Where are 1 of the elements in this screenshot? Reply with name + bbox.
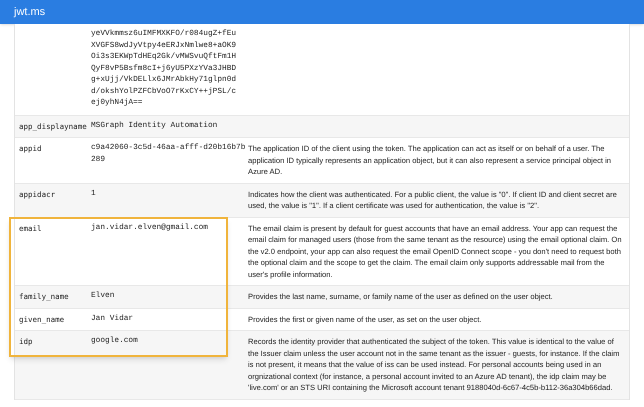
site-title: jwt.ms (14, 4, 46, 20)
